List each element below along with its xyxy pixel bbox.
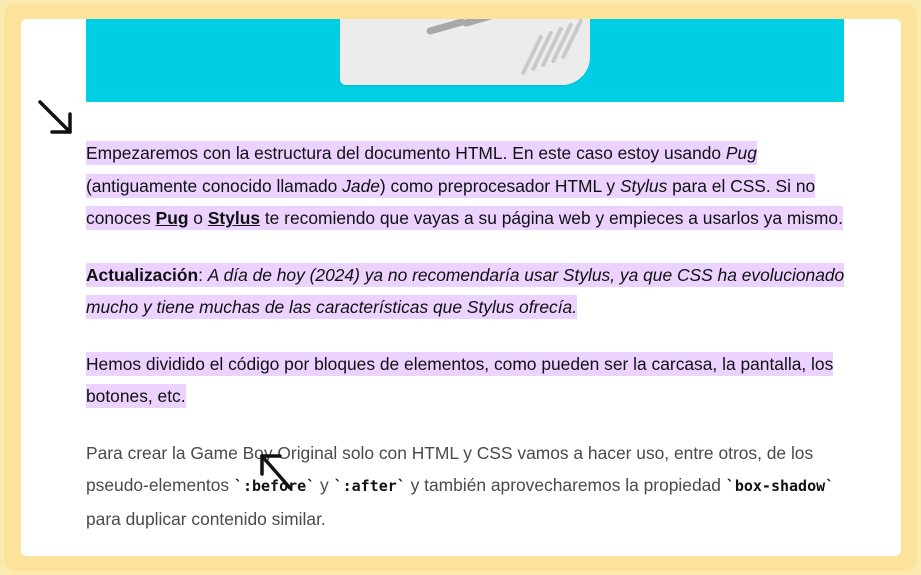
text: (antiguamente conocido llamado (86, 175, 343, 196)
game-boy-button-bar (425, 19, 467, 36)
text: y también aprovecharemos la propiedad (405, 475, 726, 495)
update-label: Actualización (86, 264, 199, 285)
text: Hemos dividido el código por bloques de … (86, 353, 834, 407)
text: : (198, 264, 208, 285)
code-after: `:after` (333, 477, 406, 495)
pug-link[interactable]: Pug (156, 208, 189, 228)
emphasis-jade: Jade (342, 175, 380, 196)
emphasis-stylus: Stylus (619, 175, 668, 196)
highlight: Empezaremos con la estructura del docume… (86, 141, 843, 230)
highlight: Hemos dividido el código por bloques de … (86, 351, 834, 408)
paragraph-pseudo-elements: Para crear la Game Boy Original solo con… (86, 437, 846, 536)
text: te recomiendo que vayas a su página web … (260, 208, 843, 228)
emphasis-pug: Pug (725, 143, 757, 163)
text: Empezaremos con la estructura del docume… (86, 143, 726, 163)
paragraph-update: Actualización: A día de hoy (2024) ya no… (86, 259, 846, 324)
game-boy-button-bar (461, 19, 503, 28)
game-boy-illustration (340, 19, 590, 85)
annotation-arrow-up-left-icon (260, 454, 292, 490)
text: y (315, 475, 334, 495)
paragraph-blocks: Hemos dividido el código por bloques de … (86, 348, 846, 413)
highlight: Actualización: A día de hoy (2024) ya no… (86, 262, 845, 319)
annotation-arrow-down-right-icon (38, 100, 72, 134)
article-page: Empezaremos con la estructura del docume… (21, 19, 901, 556)
paragraph-structure: Empezaremos con la estructura del docume… (86, 137, 846, 235)
code-box-shadow: `box-shadow` (725, 477, 835, 495)
stylus-link[interactable]: Stylus (208, 208, 260, 228)
text: o (188, 208, 208, 228)
text: para duplicar contenido similar. (86, 508, 326, 529)
text: ) como preprocesador HTML y (379, 175, 620, 196)
hero-image (86, 19, 844, 102)
article-content: Empezaremos con la estructura del docume… (86, 137, 846, 556)
